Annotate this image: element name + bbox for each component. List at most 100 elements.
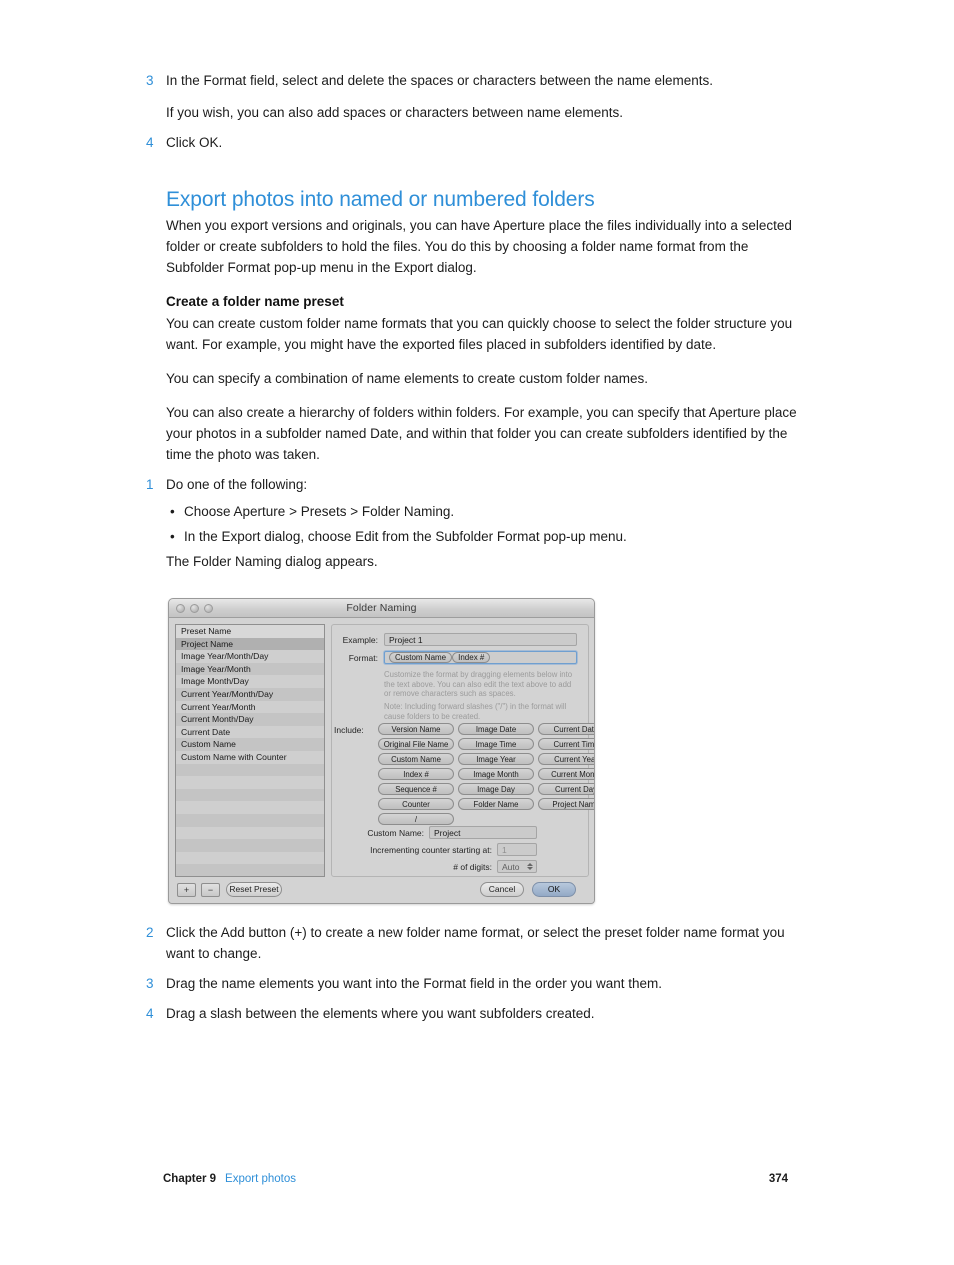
include-token-grid: Version Name Image Date Current Date Ori…: [378, 723, 594, 825]
bullet-marker: •: [170, 504, 175, 519]
preset-list-item[interactable]: Custom Name with Counter: [176, 750, 324, 764]
step-number: 4: [146, 1006, 154, 1021]
step-text: Click the Add button (+) to create a new…: [166, 925, 785, 961]
include-token[interactable]: Image Time: [458, 738, 534, 750]
step-text: Do one of the following:: [166, 477, 308, 492]
preset-list-empty-row: [176, 839, 324, 852]
format-token[interactable]: Index #: [452, 652, 491, 663]
format-hint-1: Customize the format by dragging element…: [384, 670, 573, 699]
include-token[interactable]: Original File Name: [378, 738, 454, 750]
dialog-titlebar: Folder Naming: [169, 599, 594, 618]
dialog-title: Folder Naming: [346, 602, 417, 614]
preset-list-item[interactable]: Image Month/Day: [176, 675, 324, 688]
remove-preset-button[interactable]: −: [201, 883, 220, 897]
format-editor-panel: Example: Project 1 Format: Custom Name In…: [331, 624, 594, 877]
include-token[interactable]: Folder Name: [458, 798, 534, 810]
bullet-text: Choose Aperture > Presets > Folder Namin…: [184, 504, 455, 519]
preset-list-empty-row: [176, 813, 324, 827]
include-token[interactable]: Project Name: [538, 798, 594, 810]
folder-naming-dialog: Folder Naming Preset Name Project Name I…: [168, 598, 595, 904]
include-token[interactable]: Image Month: [458, 768, 534, 780]
include-token[interactable]: Image Date: [458, 723, 534, 735]
page-footer: Chapter 9 Export photos 374: [163, 1173, 788, 1185]
section-intro: When you export versions and originals, …: [166, 218, 792, 275]
reset-preset-button[interactable]: Reset Preset: [226, 882, 282, 897]
include-token[interactable]: Image Year: [458, 753, 534, 765]
include-token[interactable]: Counter: [378, 798, 454, 810]
include-token[interactable]: Sequence #: [378, 783, 454, 795]
step-number: 3: [146, 976, 154, 991]
preset-list-item[interactable]: Current Year/Month/Day: [176, 687, 324, 701]
format-label: Format:: [348, 652, 378, 663]
format-row: Format: Custom Name Index #: [332, 651, 582, 664]
step-text: Click OK.: [166, 135, 223, 150]
cancel-button[interactable]: Cancel: [480, 882, 524, 897]
after-bullets-text: The Folder Naming dialog appears.: [166, 554, 378, 569]
preset-list-item[interactable]: Current Year/Month: [176, 700, 324, 714]
bullet-text: In the Export dialog, choose Edit from t…: [184, 529, 627, 544]
include-token[interactable]: Current Year: [538, 753, 594, 765]
footer-link[interactable]: Export photos: [225, 1173, 296, 1185]
include-token[interactable]: Image Day: [458, 783, 534, 795]
include-token[interactable]: Current Day: [538, 783, 594, 795]
section-heading: Export photos into named or numbered fol…: [166, 188, 595, 211]
digits-row: # of digits: Auto: [332, 860, 582, 873]
subsection-para-3: You can also create a hierarchy of folde…: [166, 405, 797, 462]
custom-name-row: Custom Name: Project: [332, 826, 582, 839]
footer-page-number: 374: [768, 1173, 788, 1185]
include-token[interactable]: Current Date: [538, 723, 594, 735]
preset-list-empty-row: [176, 788, 324, 802]
preset-list-header: Preset Name: [176, 625, 324, 638]
preset-list[interactable]: Preset Name Project Name Image Year/Mont…: [175, 624, 325, 877]
format-input[interactable]: Custom Name Index #: [384, 651, 577, 664]
numbered-step: 3 Drag the name elements you want into t…: [146, 973, 806, 994]
include-token[interactable]: Index #: [378, 768, 454, 780]
closing-steps: 2 Click the Add button (+) to create a n…: [146, 922, 806, 1026]
numbered-step: 3 In the Format field, select and delete…: [146, 70, 806, 91]
subsection-heading: Create a folder name preset: [166, 294, 344, 309]
counter-start-input[interactable]: 1: [497, 843, 537, 856]
preset-list-empty-row: [176, 801, 324, 814]
step-number: 4: [146, 135, 154, 150]
footer-chapter: Chapter 9: [163, 1173, 217, 1185]
include-token-slash[interactable]: /: [378, 813, 454, 825]
include-token[interactable]: Current Month: [538, 768, 594, 780]
preset-list-empty-row: [176, 851, 324, 865]
ok-button[interactable]: OK: [532, 882, 576, 897]
preset-list-empty-row: [176, 826, 324, 840]
page-content: 3 In the Format field, select and delete…: [146, 70, 806, 572]
preset-list-item[interactable]: Current Date: [176, 725, 324, 739]
preset-list-item[interactable]: Custom Name: [176, 738, 324, 751]
preset-list-item[interactable]: Current Month/Day: [176, 713, 324, 726]
preset-list-item[interactable]: Image Year/Month: [176, 662, 324, 676]
document-page: 3 In the Format field, select and delete…: [0, 0, 954, 1265]
preset-list-item[interactable]: Image Year/Month/Day: [176, 650, 324, 663]
include-token[interactable]: Custom Name: [378, 753, 454, 765]
add-preset-button[interactable]: +: [177, 883, 196, 897]
numbered-step: 4 Drag a slash between the elements wher…: [146, 1003, 806, 1024]
dialog-body: Preset Name Project Name Image Year/Mont…: [169, 618, 594, 903]
intro-note: If you wish, you can also add spaces or …: [166, 105, 623, 120]
bullet-item: • In the Export dialog, choose Edit from…: [166, 526, 806, 547]
step-number: 1: [146, 477, 154, 492]
subsection-para-1: You can create custom folder name format…: [166, 316, 793, 352]
preset-list-item[interactable]: Project Name: [176, 637, 324, 651]
include-token[interactable]: Version Name: [378, 723, 454, 735]
include-token[interactable]: Current Time: [538, 738, 594, 750]
custom-name-input[interactable]: Project: [429, 826, 537, 839]
format-hint-2: Note: Including forward slashes ("/") in…: [384, 702, 567, 721]
bullet-item: • Choose Aperture > Presets > Folder Nam…: [166, 501, 806, 522]
step-number: 3: [146, 73, 154, 88]
include-label: Include:: [334, 725, 364, 735]
digits-stepper[interactable]: Auto: [497, 860, 537, 873]
format-token[interactable]: Custom Name: [389, 652, 453, 663]
bullet-marker: •: [170, 529, 175, 544]
